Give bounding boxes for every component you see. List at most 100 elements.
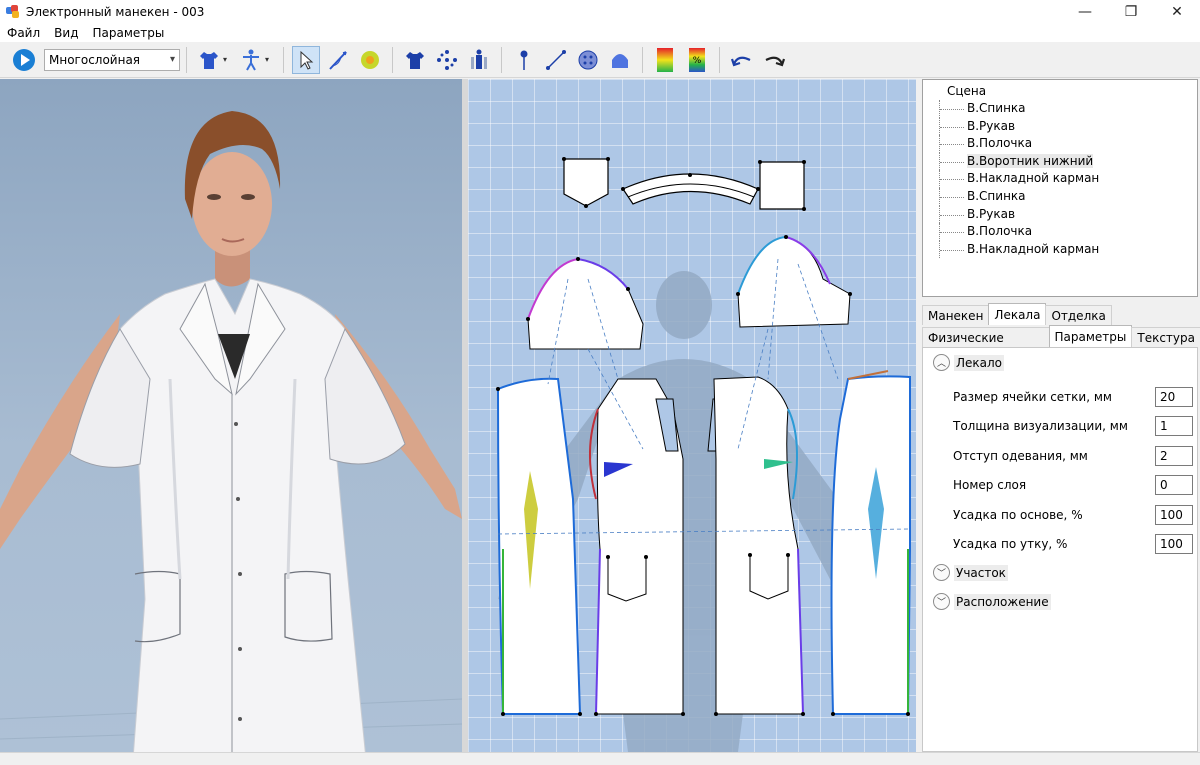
pattern-pieces-drawing	[496, 157, 911, 752]
tree-item-label: В.Накладной карман	[967, 171, 1100, 186]
garment-button[interactable]	[195, 46, 223, 74]
tree-item[interactable]: В.Спинка	[923, 100, 1197, 118]
redo-button[interactable]	[760, 46, 788, 74]
menu-view[interactable]: Вид	[47, 26, 85, 40]
toolbar-separator	[501, 46, 502, 73]
menu-file[interactable]: Файл	[0, 26, 47, 40]
param-dress-offset: Отступ одевания, мм 2	[953, 446, 1193, 466]
tree-item-label: В.Рукав	[967, 206, 1016, 221]
pin-button[interactable]	[510, 46, 538, 74]
param-label: Усадка по утку, %	[953, 537, 1068, 551]
pin-icon	[520, 50, 528, 70]
dress-button[interactable]	[401, 46, 429, 74]
layer-mode-select[interactable]: Многослойная ▾	[44, 48, 180, 71]
tree-item[interactable]: В.Накладной карман	[923, 240, 1197, 259]
window-title: Электронный манекен - 003	[26, 5, 205, 19]
param-label: Толщина визуализации, мм	[953, 419, 1128, 433]
param-grid-cell-size: Размер ячейки сетки, мм 20	[953, 387, 1193, 407]
param-visual-thickness: Толщина визуализации, мм 1	[953, 416, 1193, 436]
title-bar: Электронный манекен - 003 — ❐ ✕	[0, 0, 1200, 24]
tree-item-label: В.Воротник нижний	[967, 153, 1094, 168]
scene-tree[interactable]: Сцена В.Спинка В.Рукав В.Полочка В.Ворот…	[922, 79, 1198, 297]
section-placement[interactable]: ﹀ Расположение	[933, 593, 1051, 610]
hat-button[interactable]	[606, 46, 634, 74]
needle-tool-button[interactable]	[324, 46, 352, 74]
tree-item[interactable]: В.Полочка	[923, 223, 1197, 241]
section-segment[interactable]: ﹀ Участок	[933, 564, 1008, 581]
mannequin-button[interactable]	[237, 46, 265, 74]
select-tool-button[interactable]	[292, 45, 320, 74]
tree-root[interactable]: Сцена	[923, 82, 1197, 100]
tree-item-label: В.Спинка	[967, 101, 1026, 115]
tab-physical-properties[interactable]: Физические свойства	[922, 327, 1050, 365]
expand-icon: ﹀	[933, 593, 950, 610]
shirt-icon	[200, 51, 218, 69]
tshirt-icon	[406, 51, 424, 69]
dress-offset-input[interactable]: 2	[1155, 446, 1193, 466]
parameters-page: ︿ Лекало Размер ячейки сетки, мм 20 Толщ…	[922, 347, 1198, 752]
tab-parameters[interactable]: Параметры	[1048, 325, 1133, 347]
status-bar	[0, 752, 1200, 765]
param-layer-number: Номер слоя 0	[953, 475, 1193, 495]
minimize-button[interactable]: —	[1062, 0, 1108, 24]
tree-item[interactable]: В.Спинка	[923, 187, 1197, 206]
mannequin-fit-button[interactable]	[465, 46, 493, 74]
tree-item[interactable]: В.Накладной карман	[923, 170, 1197, 188]
section-placement-label: Расположение	[954, 593, 1051, 610]
tree-item[interactable]: В.Полочка	[923, 135, 1197, 153]
flower-icon	[361, 50, 379, 69]
tree-item[interactable]: В.Рукав	[923, 117, 1197, 136]
toolbar-separator	[392, 46, 393, 73]
tree-item[interactable]: В.Рукав	[923, 205, 1197, 224]
measure-button[interactable]	[542, 46, 570, 74]
main-tabs: Манекен Лекала Отделка	[922, 303, 1112, 325]
tab-finishing[interactable]: Отделка	[1045, 305, 1112, 325]
close-button[interactable]: ✕	[1154, 0, 1200, 24]
percent-map-icon: %	[689, 47, 705, 72]
sewing-button-icon	[578, 50, 598, 69]
section-segment-label: Участок	[954, 564, 1008, 581]
redo-icon	[765, 56, 786, 66]
layer-mode-value: Многослойная	[49, 52, 141, 67]
tab-texture[interactable]: Текстура	[1131, 327, 1200, 347]
app-icon	[6, 5, 20, 19]
stretch-map-button[interactable]: %	[683, 46, 711, 74]
button-tool-button[interactable]	[574, 46, 602, 74]
weft-shrink-input[interactable]: 100	[1155, 534, 1193, 554]
tree-item-selected[interactable]: В.Воротник нижний	[923, 152, 1197, 171]
restore-button[interactable]: ❐	[1108, 0, 1154, 24]
chevron-down-icon[interactable]: ▾	[265, 55, 275, 64]
expand-icon: ﹀	[933, 564, 950, 581]
fabric-button[interactable]	[356, 46, 384, 74]
tab-patterns[interactable]: Лекала	[988, 303, 1047, 325]
section-pattern[interactable]: ︿ Лекало	[933, 354, 1005, 371]
tree-item-label: В.Полочка	[967, 136, 1033, 151]
toolbar-separator	[719, 46, 720, 73]
play-simulation-button[interactable]	[10, 46, 38, 74]
cursor-icon	[300, 50, 314, 70]
pattern-view-2d[interactable]	[468, 79, 916, 752]
visual-thickness-input[interactable]: 1	[1155, 416, 1193, 436]
menu-parameters[interactable]: Параметры	[85, 26, 171, 40]
chevron-down-icon[interactable]: ▾	[223, 55, 233, 64]
tree-item-label: В.Полочка	[967, 224, 1033, 239]
layer-number-input[interactable]: 0	[1155, 475, 1193, 495]
figure-icon	[471, 49, 487, 69]
tree-item-label: В.Спинка	[967, 188, 1026, 203]
warp-shrink-input[interactable]: 100	[1155, 505, 1193, 525]
param-warp-shrink: Усадка по основе, % 100	[953, 505, 1193, 525]
undo-button[interactable]	[728, 46, 756, 74]
points-icon	[437, 49, 457, 70]
ruler-icon	[546, 49, 566, 70]
collapse-icon: ︿	[933, 354, 950, 371]
grid-cell-size-input[interactable]: 20	[1155, 387, 1193, 407]
properties-panel: Сцена В.Спинка В.Рукав В.Полочка В.Ворот…	[918, 79, 1200, 752]
stress-map-button[interactable]	[651, 46, 679, 74]
param-label: Номер слоя	[953, 478, 1027, 492]
viewport-3d[interactable]	[0, 79, 462, 752]
play-icon	[13, 48, 35, 71]
points-button[interactable]	[433, 46, 461, 74]
section-pattern-label: Лекало	[954, 354, 1005, 371]
undo-icon	[730, 56, 751, 66]
tab-mannequin[interactable]: Манекен	[922, 305, 990, 325]
